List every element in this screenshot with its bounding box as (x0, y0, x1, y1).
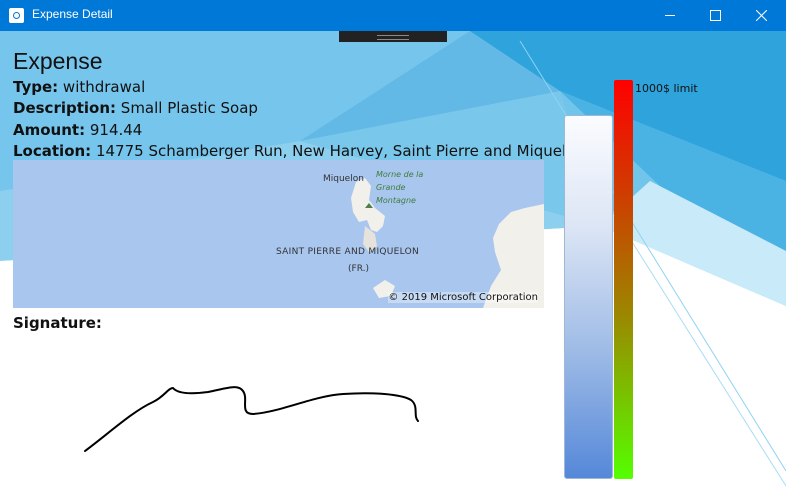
location-map[interactable]: Miquelon Morne de la Grande Montagne SAI… (13, 160, 544, 308)
amount-field: Amount: 914.44 (13, 121, 142, 139)
type-value: withdrawal (62, 78, 146, 96)
maximize-button[interactable] (692, 0, 738, 31)
map-label-morne-3: Montagne (376, 196, 416, 205)
limit-label: 1000$ limit (635, 82, 698, 95)
location-field: Location: 14775 Schamberger Run, New Har… (13, 142, 585, 160)
map-label-miquelon: Miquelon (323, 174, 364, 184)
amount-gauge (564, 115, 613, 479)
window-title: Expense Detail (32, 7, 113, 21)
amount-label: Amount: (13, 121, 86, 139)
description-label: Description: (13, 99, 117, 117)
app-icon (9, 8, 24, 23)
page-title: Expense (13, 48, 103, 74)
content-area: Expense Type: withdrawal Description: Sm… (0, 31, 786, 493)
map-land (351, 178, 544, 308)
map-label-region-fr: (FR.) (348, 264, 369, 274)
description-value: Small Plastic Soap (120, 99, 258, 117)
amount-value: 914.44 (89, 121, 143, 139)
description-field: Description: Small Plastic Soap (13, 99, 258, 117)
close-button[interactable] (738, 0, 784, 31)
map-label-region: SAINT PIERRE AND MIQUELON (276, 247, 420, 257)
signature-stroke (84, 386, 419, 452)
app-window: Expense Detail Expense Type: withdrawal … (0, 0, 786, 493)
map-label-morne-2: Grande (376, 183, 406, 192)
limit-bar (614, 80, 633, 479)
drag-handle[interactable] (339, 31, 447, 42)
signature-label: Signature: (13, 314, 102, 332)
minimize-button[interactable] (647, 0, 693, 31)
map-copyright: © 2019 Microsoft Corporation (388, 292, 538, 303)
location-label: Location: (13, 142, 92, 160)
type-label: Type: (13, 78, 59, 96)
close-icon (756, 10, 767, 21)
signature-canvas[interactable] (13, 336, 544, 486)
map-label-morne-1: Morne de la (376, 170, 424, 179)
location-value: 14775 Schamberger Run, New Harvey, Saint… (95, 142, 585, 160)
title-bar[interactable]: Expense Detail (0, 0, 786, 31)
type-field: Type: withdrawal (13, 78, 145, 96)
